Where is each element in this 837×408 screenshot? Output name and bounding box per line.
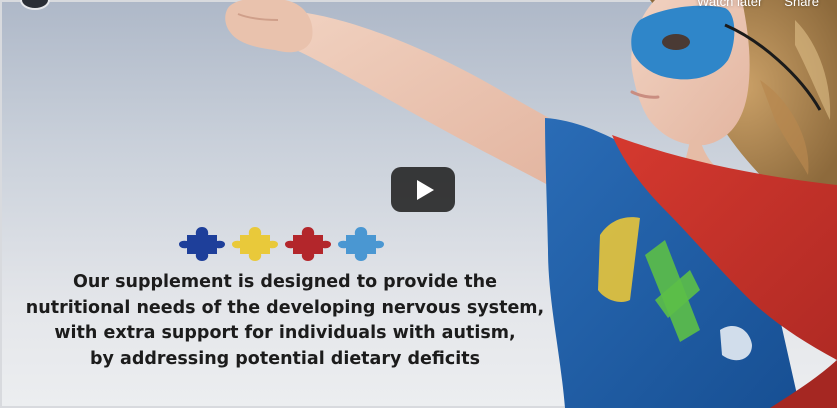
caption-line: by addressing potential dietary deficits <box>89 348 481 369</box>
caption-line: nutritional needs of the developing nerv… <box>25 297 545 318</box>
puzzle-piece-light-blue-icon <box>338 227 384 261</box>
puzzle-piece-yellow-icon <box>232 227 278 261</box>
play-button[interactable] <box>391 167 455 212</box>
player-top-actions: Watch later Share <box>697 0 837 16</box>
caption-line: with extra support for individuals with … <box>54 323 516 343</box>
video-caption-text: Our supplement is designed to provide th… <box>0 270 570 372</box>
puzzle-piece-red-icon <box>285 227 331 261</box>
caption-line: Our supplement is designed to provide th… <box>73 272 497 292</box>
puzzle-piece-blue-icon <box>179 227 225 261</box>
puzzle-pieces-row <box>179 227 384 261</box>
video-player[interactable]: Watch later Share Our supplement is desi… <box>0 0 837 408</box>
play-icon <box>416 179 434 200</box>
watch-later-button[interactable]: Watch later <box>697 0 762 16</box>
share-button[interactable]: Share <box>784 0 819 16</box>
